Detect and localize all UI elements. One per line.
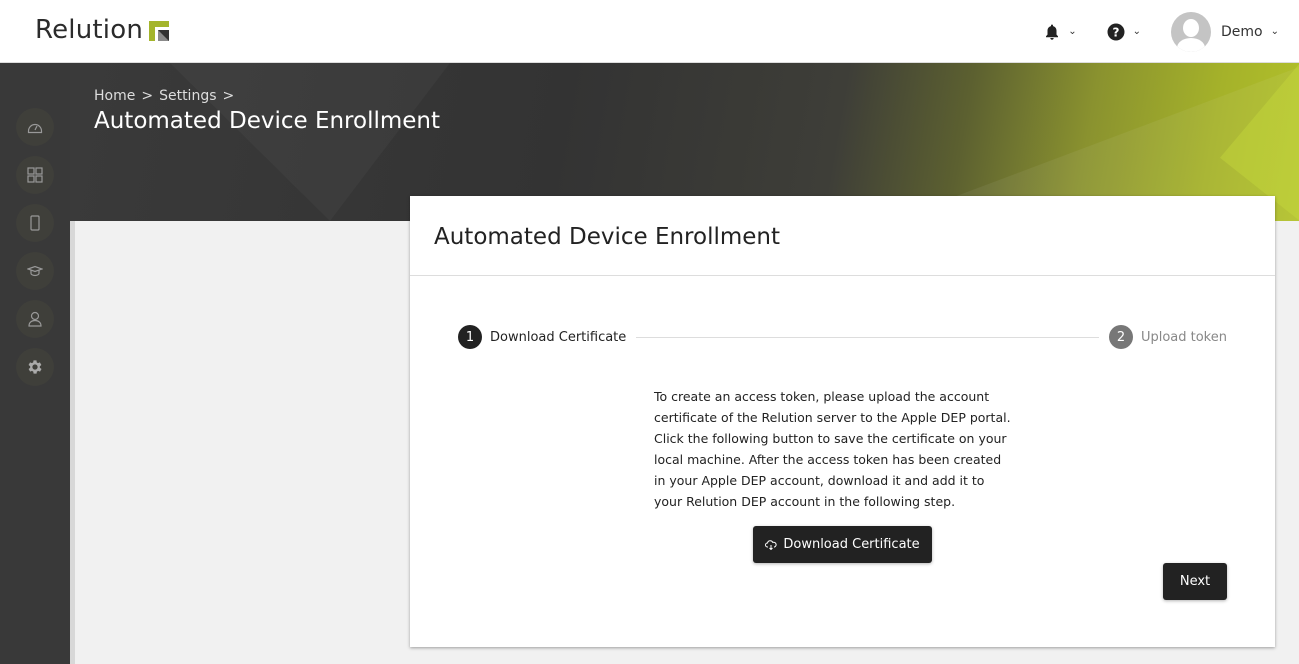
sidebar-item-users[interactable] [16,300,54,338]
chevron-down-icon: ⌄ [1068,26,1077,37]
card-header: Automated Device Enrollment [410,196,1275,276]
card-title: Automated Device Enrollment [434,223,781,250]
stepper: 1 Download Certificate 2 Upload token [458,325,1227,349]
step-number: 1 [458,325,482,349]
avatar [1171,11,1211,52]
top-bar: Relution ⌄ ? ⌄ Demo ⌄ [0,0,1299,63]
user-icon [28,311,42,327]
sidebar-item-dashboard[interactable] [16,108,54,146]
top-actions: ⌄ ? ⌄ Demo ⌄ [1014,0,1279,63]
breadcrumb-separator: > [222,88,235,104]
chevron-down-icon: ⌄ [1270,26,1279,37]
gear-icon [28,360,42,374]
next-button[interactable]: Next [1163,563,1227,600]
breadcrumb-home[interactable]: Home [94,88,135,104]
download-certificate-label: Download Certificate [783,537,920,552]
sidebar-item-education[interactable] [16,252,54,290]
sidebar-item-settings[interactable] [16,348,54,386]
question-circle-icon: ? [1107,23,1125,40]
sidebar-item-devices[interactable] [16,204,54,242]
step-upload-token[interactable]: 2 Upload token [1108,325,1227,349]
step-label: Download Certificate [490,329,627,345]
help-menu[interactable]: ? ⌄ [1107,23,1141,41]
breadcrumb: Home > Settings > [94,88,240,104]
logo-mark-icon [149,21,169,41]
step-label: Upload token [1140,329,1227,345]
page-title: Automated Device Enrollment [94,108,441,134]
enrollment-card: Automated Device Enrollment 1 Download C… [410,196,1275,647]
cloud-download-icon [765,539,777,550]
svg-text:?: ? [1112,25,1119,39]
instructions-text: To create an access token, please upload… [654,389,1011,509]
step-connector [636,336,1099,338]
sidebar-item-apps[interactable] [16,156,54,194]
bell-icon [1046,24,1059,40]
user-menu[interactable]: Demo ⌄ [1171,11,1279,52]
chevron-down-icon: ⌄ [1132,26,1141,37]
breadcrumb-settings[interactable]: Settings [159,88,216,104]
education-cap-icon [27,265,43,277]
sidebar-edge [70,221,75,664]
sidebar [0,63,70,664]
step-number: 2 [1108,325,1133,349]
user-name: Demo [1221,23,1263,40]
dashboard-gauge-icon [27,123,43,134]
relution-logo[interactable]: Relution [35,15,169,45]
step-download-certificate[interactable]: 1 Download Certificate [458,325,626,349]
device-phone-icon [30,215,40,231]
download-certificate-button[interactable]: Download Certificate [753,526,932,563]
apps-grid-icon [27,167,43,183]
logo-text: Relution [35,15,143,45]
breadcrumb-separator: > [141,88,154,104]
notifications-menu[interactable]: ⌄ [1044,23,1077,41]
